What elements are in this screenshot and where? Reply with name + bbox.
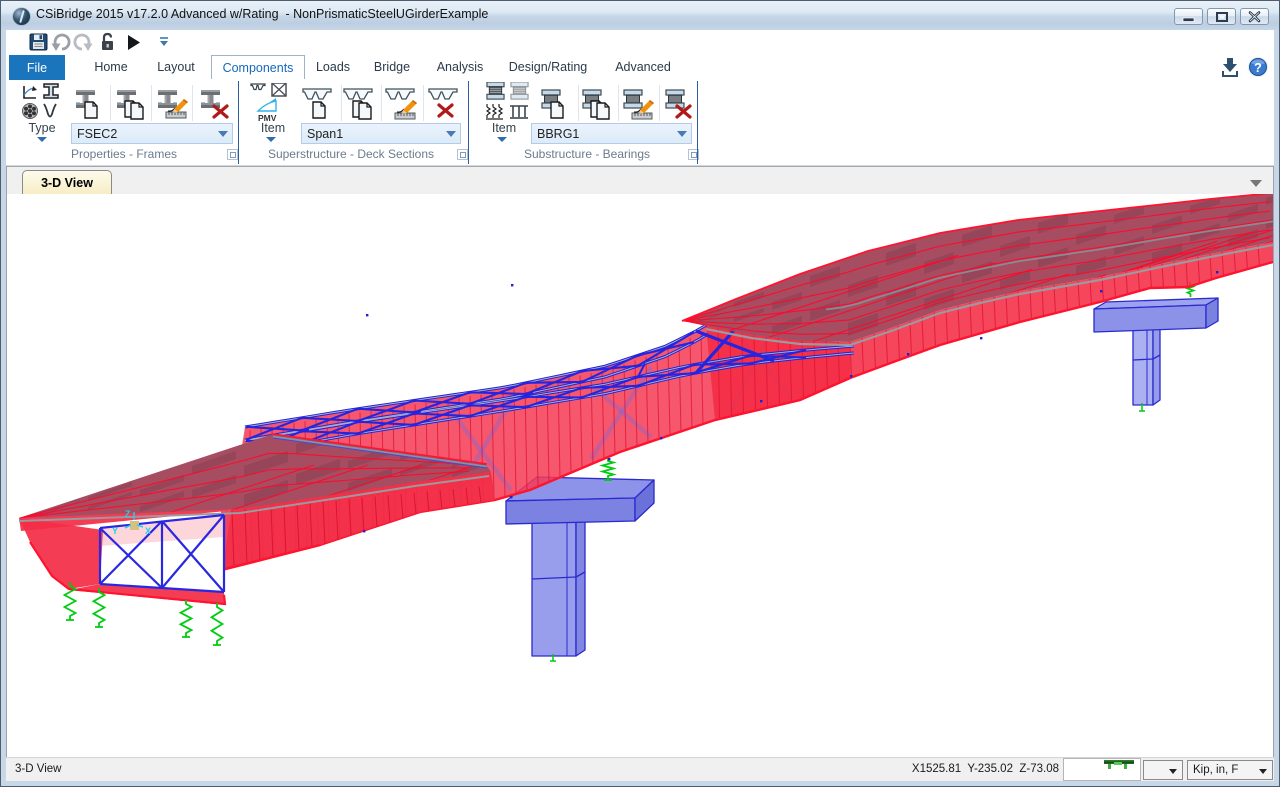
svg-text:X: X [145, 526, 151, 536]
svg-text:Y: Y [112, 526, 118, 536]
svg-text:?: ? [1254, 61, 1262, 75]
svg-text:Z: Z [125, 509, 131, 519]
